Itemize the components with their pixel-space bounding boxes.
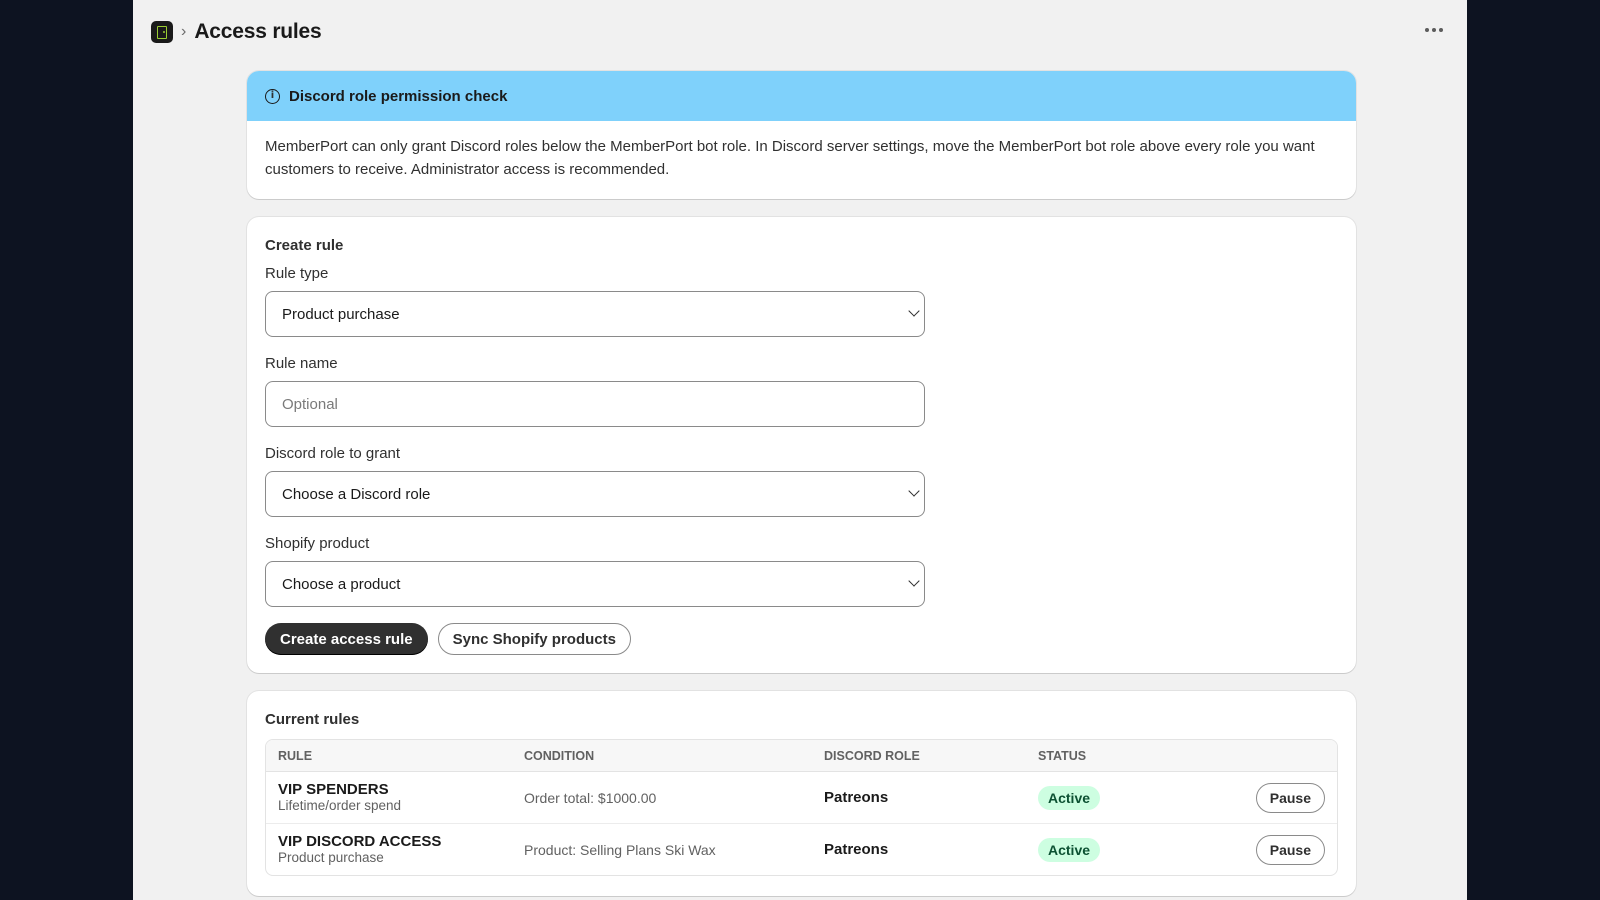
rule-type: Lifetime/order spend — [278, 798, 402, 813]
rule-type-select[interactable]: Product purchase — [265, 291, 925, 337]
rule-type: Product purchase — [278, 850, 384, 865]
banner-header: i Discord role permission check — [247, 71, 1356, 121]
chevron-down-icon — [908, 485, 920, 497]
rule-discord-role: Patreons — [824, 841, 889, 858]
create-rule-card: Create rule Rule type Product purchase R… — [247, 217, 1356, 673]
shopify-product-value: Choose a product — [282, 575, 401, 593]
rule-name-label: Rule name — [265, 355, 338, 372]
rule-name: VIP SPENDERS — [278, 781, 389, 798]
info-icon: i — [265, 88, 280, 104]
discord-role-label: Discord role to grant — [265, 445, 401, 462]
pause-button[interactable]: Pause — [1255, 782, 1325, 813]
rule-condition: Order total: $1000.00 — [524, 789, 657, 806]
table-row: VIP SPENDERS Lifetime/order spend Order … — [266, 772, 1337, 824]
rule-name: VIP DISCORD ACCESS — [278, 833, 442, 850]
rule-type-value: Product purchase — [282, 305, 400, 323]
column-header-condition: CONDITION — [524, 748, 595, 763]
app-frame: › Access rules i Discord role permission… — [133, 0, 1467, 900]
pause-button[interactable]: Pause — [1255, 834, 1325, 865]
chevron-down-icon — [908, 305, 920, 317]
create-rule-title: Create rule — [265, 237, 344, 254]
banner-body: MemberPort can only grant Discord roles … — [265, 138, 1315, 178]
rule-type-label: Rule type — [265, 265, 329, 282]
table-row: VIP DISCORD ACCESS Product purchase Prod… — [266, 824, 1337, 875]
rule-name-input[interactable]: Optional — [265, 381, 925, 427]
banner-title: Discord role permission check — [289, 87, 508, 105]
more-actions-icon[interactable] — [1421, 24, 1447, 36]
breadcrumb-separator: › — [181, 23, 187, 40]
page-title: Access rules — [194, 20, 322, 43]
column-header-rule: RULE — [278, 748, 313, 763]
app-logo-icon[interactable] — [151, 21, 173, 43]
rule-discord-role: Patreons — [824, 789, 889, 806]
rule-condition: Product: Selling Plans Ski Wax — [524, 841, 716, 858]
column-header-status: STATUS — [1038, 748, 1087, 763]
main-content: i Discord role permission check MemberPo… — [247, 71, 1356, 900]
status-badge: Active — [1038, 837, 1101, 862]
create-access-rule-button[interactable]: Create access rule — [265, 623, 428, 655]
shopify-product-select[interactable]: Choose a product — [265, 561, 925, 607]
rules-table: RULE CONDITION DISCORD ROLE STATUS VIP S… — [265, 739, 1338, 876]
form-actions: Create access rule Sync Shopify products — [265, 623, 1338, 655]
discord-role-value: Choose a Discord role — [282, 485, 431, 503]
current-rules-card: Current rules RULE CONDITION DISCORD ROL… — [247, 691, 1356, 896]
table-header: RULE CONDITION DISCORD ROLE STATUS — [266, 740, 1337, 772]
current-rules-title: Current rules — [265, 711, 360, 728]
top-bar: › Access rules — [133, 0, 1467, 64]
shopify-product-label: Shopify product — [265, 535, 370, 552]
chevron-down-icon — [908, 575, 920, 587]
column-header-discord-role: DISCORD ROLE — [824, 748, 920, 763]
sync-shopify-products-button[interactable]: Sync Shopify products — [437, 623, 631, 655]
rule-name-placeholder: Optional — [282, 395, 338, 413]
permission-banner: i Discord role permission check MemberPo… — [247, 71, 1356, 199]
discord-role-select[interactable]: Choose a Discord role — [265, 471, 925, 517]
status-badge: Active — [1038, 785, 1101, 810]
